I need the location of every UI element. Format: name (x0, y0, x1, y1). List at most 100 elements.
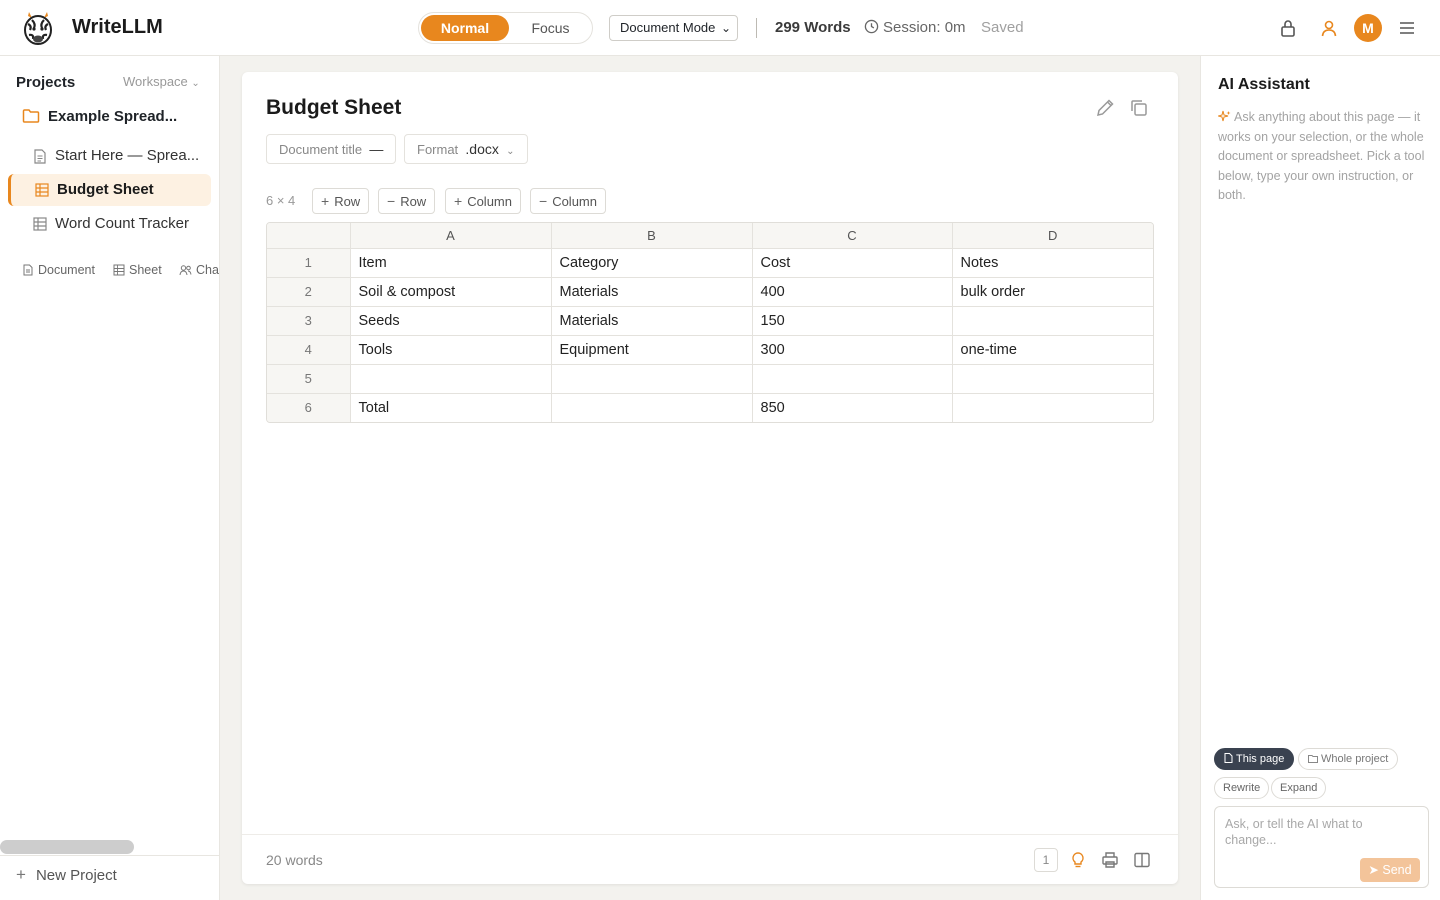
row-number[interactable]: 2 (267, 277, 351, 307)
cell[interactable]: bulk order (952, 277, 1153, 307)
users-icon (179, 265, 192, 276)
add-column-label: Column (467, 194, 512, 209)
table-row: 3 Seeds Materials 150 (267, 306, 1153, 336)
send-label: Send (1382, 863, 1412, 877)
add-column-button[interactable]: + Column (445, 188, 521, 214)
horizontal-scrollbar[interactable] (0, 840, 134, 854)
copy-icon[interactable] (1128, 97, 1150, 119)
cell[interactable]: Equipment (551, 335, 753, 365)
scope-whole-project-button[interactable]: Whole project (1298, 748, 1399, 770)
sheet-dimensions: 6 × 4 (266, 193, 296, 208)
minus-icon: − (387, 193, 396, 209)
sidebar-item-start-here[interactable]: Start Here — Sprea... (8, 140, 211, 172)
sidebar-item-budget-sheet[interactable]: Budget Sheet (8, 174, 211, 206)
cell[interactable]: Item (350, 248, 552, 278)
sheet-icon (35, 183, 49, 197)
sidebar-item-word-count-tracker[interactable]: Word Count Tracker (8, 208, 211, 240)
format-value: .docx (465, 141, 499, 157)
split-view-icon[interactable] (1133, 851, 1151, 869)
column-header[interactable]: B (551, 223, 753, 249)
cell[interactable]: Seeds (350, 306, 552, 336)
chevron-down-icon: ⌄ (191, 78, 200, 89)
cell[interactable] (752, 364, 953, 394)
document-icon (34, 149, 46, 164)
scope-this-page-button[interactable]: This page (1214, 748, 1295, 770)
new-chat-button[interactable]: Cha (179, 263, 219, 277)
menu-icon[interactable] (1397, 18, 1417, 38)
new-project-button[interactable]: + New Project (16, 865, 117, 885)
cell[interactable] (952, 393, 1153, 422)
cell[interactable]: 850 (752, 393, 953, 422)
row-number[interactable]: 1 (267, 248, 351, 278)
send-button[interactable]: ➤ Send (1360, 858, 1420, 882)
cell[interactable]: 150 (752, 306, 953, 336)
cell[interactable]: Materials (551, 277, 753, 307)
workspace-label: Workspace (123, 74, 188, 89)
word-count: 299 Words (775, 19, 851, 36)
lightbulb-icon[interactable] (1069, 851, 1087, 869)
avatar[interactable]: M (1354, 14, 1382, 42)
table-row: 1 Item Category Cost Notes (267, 248, 1153, 278)
row-number[interactable]: 4 (267, 335, 351, 365)
cell[interactable]: Materials (551, 306, 753, 336)
page-number-badge[interactable]: 1 (1034, 848, 1058, 872)
cell[interactable]: 400 (752, 277, 953, 307)
document-title-field[interactable]: Document title — (266, 134, 397, 164)
remove-row-button[interactable]: − Row (378, 188, 436, 214)
new-document-button[interactable]: Document (22, 263, 95, 277)
cell[interactable]: Total (350, 393, 552, 422)
workspace-dropdown[interactable]: Workspace ⌄ (123, 74, 200, 89)
cell[interactable] (551, 364, 753, 394)
expand-tool-button[interactable]: Expand (1271, 777, 1327, 799)
focus-mode-button[interactable]: Focus (511, 15, 590, 41)
column-header-row: A B C D (267, 223, 1153, 249)
document-icon (23, 264, 33, 276)
table-row: 5 (267, 364, 1153, 394)
project-item[interactable]: Example Spread... (22, 108, 177, 125)
document-mode-select[interactable]: Document Mode ⌄ (609, 15, 738, 41)
remove-column-button[interactable]: − Column (530, 188, 606, 214)
remove-row-label: Row (400, 194, 427, 209)
cell[interactable] (952, 306, 1153, 336)
cell[interactable]: Notes (952, 248, 1153, 278)
cell[interactable]: one-time (952, 335, 1153, 365)
minus-icon: − (539, 193, 548, 209)
clock-icon (864, 19, 879, 34)
cell[interactable] (952, 364, 1153, 394)
edit-pencil-icon[interactable] (1094, 97, 1116, 119)
plus-icon: + (321, 193, 330, 209)
document-title-value: — (369, 141, 384, 157)
ai-prompt-input[interactable]: Ask, or tell the AI what to change... ➤ … (1214, 806, 1429, 888)
row-number[interactable]: 5 (267, 364, 351, 394)
cell[interactable]: Cost (752, 248, 953, 278)
session-timer: Session: 0m (864, 19, 966, 36)
row-number[interactable]: 3 (267, 306, 351, 336)
column-header[interactable]: D (952, 223, 1153, 249)
document-card: Budget Sheet Document title — Format .do… (242, 72, 1178, 884)
format-select[interactable]: Format .docx ⌄ (404, 134, 528, 164)
add-row-button[interactable]: + Row (312, 188, 370, 214)
normal-mode-button[interactable]: Normal (421, 15, 509, 41)
chevron-down-icon: ⌄ (506, 146, 515, 157)
remove-column-label: Column (552, 194, 597, 209)
lock-icon[interactable] (1278, 18, 1298, 38)
chevron-down-icon: ⌄ (720, 21, 731, 35)
rewrite-tool-button[interactable]: Rewrite (1214, 777, 1270, 799)
cell[interactable]: 300 (752, 335, 953, 365)
cell[interactable]: Soil & compost (350, 277, 552, 307)
new-sheet-button[interactable]: Sheet (113, 263, 162, 277)
new-project-label: New Project (35, 867, 117, 884)
column-header[interactable]: A (350, 223, 552, 249)
cell[interactable]: Category (551, 248, 753, 278)
row-number[interactable]: 6 (267, 393, 351, 422)
column-header[interactable]: C (752, 223, 953, 249)
sheet-icon (33, 217, 47, 231)
print-icon[interactable] (1101, 851, 1119, 869)
divider (756, 18, 757, 38)
corner-cell (267, 223, 351, 249)
cell[interactable] (350, 364, 552, 394)
format-label: Format (417, 142, 459, 157)
cell[interactable] (551, 393, 753, 422)
user-icon[interactable] (1319, 18, 1339, 38)
cell[interactable]: Tools (350, 335, 552, 365)
